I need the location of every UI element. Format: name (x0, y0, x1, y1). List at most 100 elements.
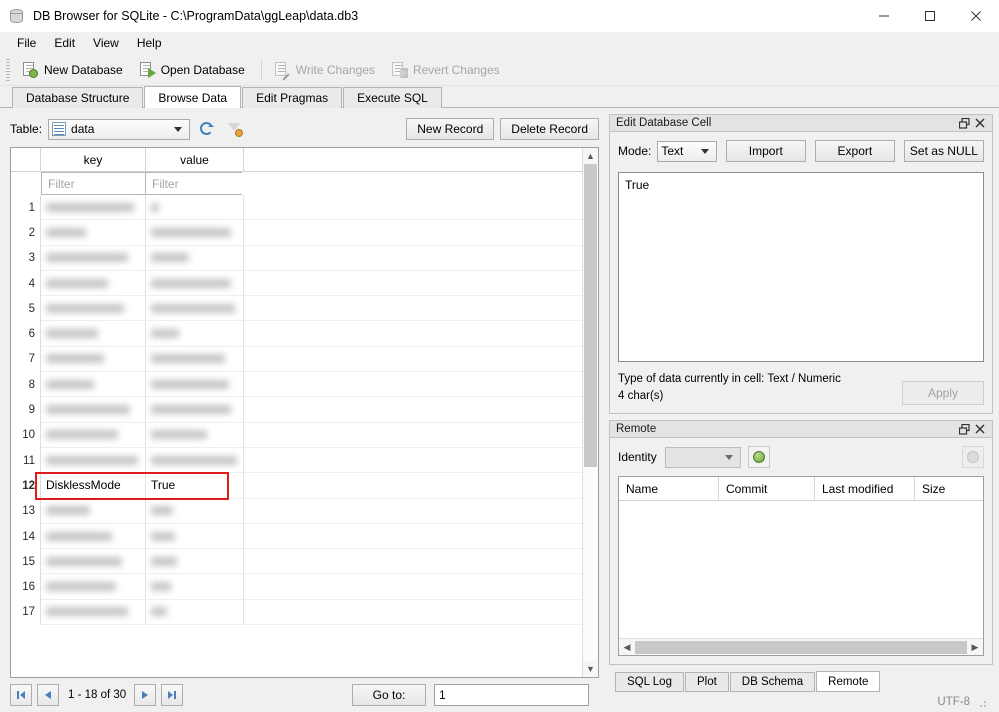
table-row[interactable]: 4 (11, 270, 582, 297)
tab-browse-data[interactable]: Browse Data (144, 86, 242, 108)
filter-cell-key[interactable] (41, 172, 146, 195)
cell-key[interactable] (41, 599, 146, 626)
row-number[interactable]: 3 (11, 245, 41, 271)
table-row[interactable]: 3 (11, 245, 582, 271)
menu-file[interactable]: File (8, 34, 45, 52)
open-database-button[interactable]: Open Database (133, 59, 255, 81)
remote-column-commit[interactable]: Commit (719, 477, 815, 501)
cell-value[interactable] (146, 195, 244, 221)
close-panel-icon[interactable] (972, 421, 988, 437)
remote-scroll-track[interactable] (635, 640, 967, 654)
row-number[interactable]: 2 (11, 220, 41, 246)
table-row[interactable]: 8 (11, 372, 582, 398)
cell-value[interactable] (146, 346, 244, 373)
tab-edit-pragmas[interactable]: Edit Pragmas (242, 87, 343, 108)
cell-key[interactable] (41, 498, 146, 524)
next-page-button[interactable] (134, 684, 157, 706)
new-database-button[interactable]: New Database (16, 59, 133, 81)
toolbar-grip[interactable] (6, 58, 10, 81)
cell-value[interactable] (146, 447, 244, 474)
filter-input-value[interactable] (150, 175, 238, 192)
table-row[interactable]: 5 (11, 296, 582, 322)
table-row[interactable]: 6 (11, 321, 582, 347)
bottom-tab-sql-log[interactable]: SQL Log (615, 672, 684, 692)
cell-key[interactable] (41, 574, 146, 600)
table-row[interactable]: 17 (11, 599, 582, 626)
cell-key[interactable] (41, 195, 146, 221)
cell-key[interactable] (41, 321, 146, 347)
goto-button[interactable]: Go to: (352, 684, 426, 706)
refresh-button[interactable] (196, 118, 218, 140)
scroll-up-icon[interactable]: ▲ (583, 148, 598, 164)
row-number[interactable]: 6 (11, 321, 41, 347)
cell-key[interactable]: DisklessMode (41, 473, 146, 499)
close-panel-icon[interactable] (972, 115, 988, 131)
row-number[interactable]: 14 (11, 523, 41, 550)
filter-input-key[interactable] (46, 175, 141, 192)
menu-help[interactable]: Help (128, 34, 171, 52)
minimize-icon[interactable] (861, 0, 907, 32)
table-row[interactable]: 10 (11, 422, 582, 448)
menu-view[interactable]: View (84, 34, 128, 52)
cell-key[interactable] (41, 372, 146, 398)
cell-key[interactable] (41, 346, 146, 373)
cell-key[interactable] (41, 422, 146, 448)
cell-key[interactable] (41, 296, 146, 322)
remote-horizontal-scrollbar[interactable]: ◀ ▶ (619, 638, 983, 655)
table-row[interactable]: 1 (11, 195, 582, 221)
remote-column-name[interactable]: Name (619, 477, 719, 501)
cell-key[interactable] (41, 397, 146, 423)
row-number[interactable]: 17 (11, 599, 41, 626)
table-row[interactable]: 2 (11, 220, 582, 246)
scroll-left-icon[interactable]: ◀ (619, 639, 635, 655)
float-panel-icon[interactable] (956, 421, 972, 437)
tab-database-structure[interactable]: Database Structure (12, 87, 144, 108)
cell-value[interactable] (146, 372, 244, 398)
resize-grip-icon[interactable] (976, 696, 987, 708)
last-page-button[interactable] (161, 684, 184, 706)
bottom-tab-plot[interactable]: Plot (684, 672, 729, 692)
filter-cell-value[interactable] (145, 172, 243, 195)
row-number[interactable]: 10 (11, 422, 41, 448)
previous-page-button[interactable] (37, 684, 59, 706)
cell-key[interactable] (41, 245, 146, 271)
row-number[interactable]: 15 (11, 549, 41, 575)
table-row[interactable]: 16 (11, 574, 582, 600)
row-number[interactable]: 4 (11, 270, 41, 297)
row-number[interactable]: 7 (11, 346, 41, 373)
remote-scroll-thumb[interactable] (635, 640, 967, 654)
row-number[interactable]: 13 (11, 498, 41, 524)
cell-value[interactable] (146, 549, 244, 575)
row-number[interactable]: 8 (11, 372, 41, 398)
table-row[interactable]: 14 (11, 523, 582, 550)
cell-value[interactable] (146, 296, 244, 322)
new-record-button[interactable]: New Record (406, 118, 495, 140)
remote-column-size[interactable]: Size (915, 477, 983, 501)
menu-edit[interactable]: Edit (45, 34, 84, 52)
row-number[interactable]: 12 (11, 473, 41, 499)
cell-value[interactable] (146, 245, 244, 271)
import-button[interactable]: Import (725, 140, 806, 162)
cell-value[interactable]: True (146, 473, 244, 499)
cell-value[interactable] (146, 321, 244, 347)
column-header-key[interactable]: key (41, 148, 146, 172)
cell-value[interactable] (146, 422, 244, 448)
first-page-button[interactable] (10, 684, 32, 706)
row-number[interactable]: 11 (11, 447, 41, 474)
scroll-track[interactable] (583, 164, 598, 661)
cell-key[interactable] (41, 447, 146, 474)
table-row[interactable]: 9 (11, 397, 582, 423)
cell-key[interactable] (41, 549, 146, 575)
set-as-null-button[interactable]: Set as NULL (903, 140, 984, 162)
cell-key[interactable] (41, 220, 146, 246)
mode-select[interactable]: Text (657, 140, 717, 162)
table-row[interactable]: 13 (11, 498, 582, 524)
row-number[interactable]: 16 (11, 574, 41, 600)
maximize-icon[interactable] (907, 0, 953, 32)
float-panel-icon[interactable] (956, 115, 972, 131)
table-row[interactable]: 11 (11, 447, 582, 474)
cell-value[interactable] (146, 397, 244, 423)
cell-value[interactable] (146, 574, 244, 600)
goto-input[interactable] (434, 684, 589, 706)
bottom-tab-db-schema[interactable]: DB Schema (729, 672, 816, 692)
